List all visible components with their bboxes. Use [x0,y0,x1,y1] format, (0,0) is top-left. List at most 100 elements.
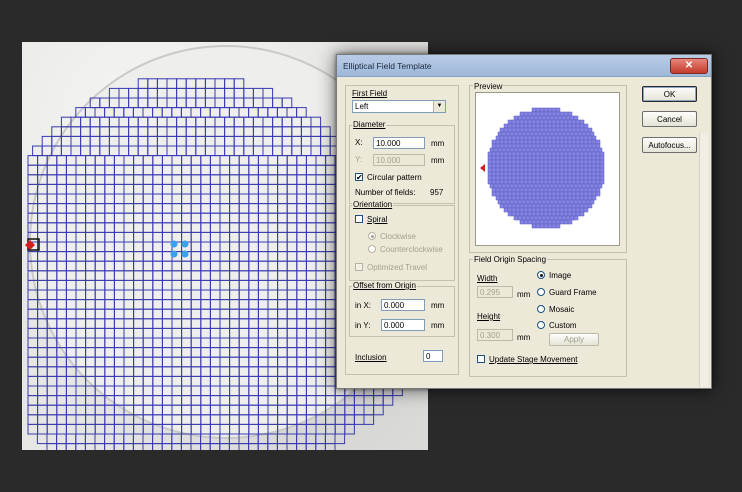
preview-cell [555,155,561,161]
preview-cell [511,207,517,213]
update-stage-movement-checkbox[interactable] [477,355,485,363]
inclusion-input[interactable]: 0 [423,350,443,362]
diameter-y-input[interactable]: 10.000 [373,154,425,166]
preview-cell [549,183,555,189]
preview-cell [507,159,513,165]
preview-cell [563,167,569,173]
preview-cell [559,159,565,165]
first-field-value: Left [355,102,369,111]
clockwise-radio[interactable] [368,232,376,240]
counterclockwise-radio[interactable] [368,245,376,253]
chevron-down-icon[interactable]: ▼ [433,101,445,112]
preview-cell [537,115,543,121]
preview-cell [527,179,533,185]
preview-cell [549,199,555,205]
close-icon[interactable]: ✕ [670,58,708,74]
preview-cell [587,127,593,133]
dialog-scrollbar[interactable] [699,133,708,387]
preview-cell [595,143,601,149]
preview-cell [579,175,585,181]
preview-cell [535,211,541,217]
preview-cell [515,127,521,133]
preview-cell [585,183,591,189]
preview-cell [569,199,575,205]
preview-cell [557,183,563,189]
diameter-x-input[interactable]: 10.000 [373,137,425,149]
spacing-guard-frame-radio[interactable] [537,288,545,296]
preview-cell [499,203,505,209]
preview-cell [571,171,577,177]
preview-cell [495,167,501,173]
preview-cell [547,219,553,225]
field-cell [65,414,77,425]
title-bar[interactable]: Elliptical Field Template ✕ [337,55,711,77]
preview-cell [583,127,589,133]
preview-cell [543,119,549,125]
offset-y-input[interactable]: 0.000 [381,319,425,331]
preview-cell [503,155,509,161]
preview-cell [535,163,541,169]
preview-cell [527,187,533,193]
spacing-custom-radio[interactable] [537,321,545,329]
offset-x-input[interactable]: 0.000 [381,299,425,311]
preview-cell [595,171,601,177]
preview-cell [529,147,535,153]
spacing-image-radio[interactable] [537,271,545,279]
apply-button[interactable]: Apply [549,333,599,346]
preview-cell [515,155,521,161]
field-cell [132,443,144,450]
field-cell [75,443,86,450]
ok-button[interactable]: OK [642,86,697,102]
spacing-height-input[interactable]: 0.300 [477,329,513,341]
preview-cell [533,215,539,221]
preview-cell [595,167,601,173]
preview-cell [567,171,573,177]
preview-cell [519,211,525,217]
preview-cell [515,211,521,217]
preview-cell [571,127,577,133]
field-cell [56,423,67,435]
field-cell [325,414,336,425]
preview-cell [537,199,543,205]
preview-cell [567,211,573,217]
circular-pattern-checkbox[interactable]: ✔ [355,173,363,182]
preview-cell [587,203,593,209]
field-cell [142,443,154,450]
preview-cell [579,139,585,145]
cancel-button[interactable]: Cancel [642,111,697,127]
preview-cell [545,147,551,153]
preview-cell [573,115,579,121]
preview-cell [535,139,541,145]
spiral-checkbox[interactable] [355,215,363,223]
spacing-mosaic-label: Mosaic [549,305,575,314]
spacing-mosaic-radio[interactable] [537,305,545,313]
field-cell [315,433,326,445]
preview-cell [547,179,553,185]
preview-cell [527,175,533,181]
preview-cell [583,167,589,173]
first-field-select[interactable]: Left ▼ [352,100,446,113]
preview-cell [527,171,533,177]
optimized-travel-checkbox[interactable] [355,263,363,271]
preview-cell [499,155,505,161]
field-cell [27,366,39,377]
field-cell [123,414,135,425]
preview-cell [539,211,545,217]
preview-cell [553,215,559,221]
field-cell [27,318,39,329]
preview-cell [527,219,533,225]
preview-cell [551,167,557,173]
preview-cell [553,115,559,121]
field-row [27,423,355,435]
spacing-width-input[interactable]: 0.295 [477,286,513,298]
spacing-guard-frame-label: Guard Frame [549,288,597,297]
field-cell [37,414,48,425]
autofocus-button[interactable]: Autofocus... [642,137,697,153]
preview-cell [519,195,525,201]
preview-cell [535,167,541,173]
field-cell [46,385,58,397]
preview-cell [543,151,549,157]
preview-cell [569,147,575,153]
preview-cell [527,195,533,201]
preview-cell [539,207,545,213]
